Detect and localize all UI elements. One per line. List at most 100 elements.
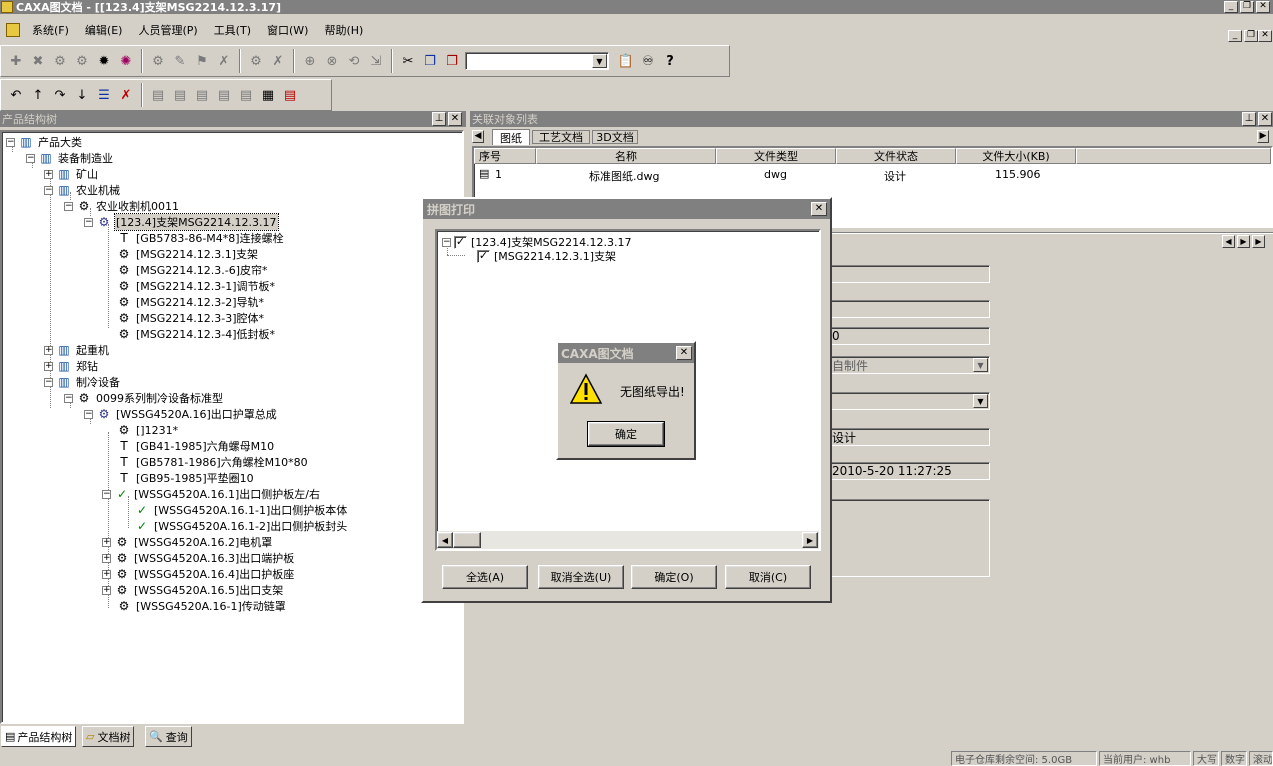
add-class-icon[interactable]: ✚	[5, 50, 27, 72]
message-box-close-button[interactable]: ✕	[676, 346, 692, 360]
tree-node[interactable]: ⚙ [MSG2214.12.3-3]腔体*	[116, 310, 265, 326]
column-header[interactable]: 文件大小(KB)	[956, 148, 1076, 164]
cancel-release-icon[interactable]: ✗	[213, 50, 235, 72]
nav-last-icon[interactable]: ▶	[1252, 235, 1265, 248]
link-icon[interactable]: ⚙	[245, 50, 267, 72]
chevron-down-icon[interactable]: ▼	[973, 358, 988, 372]
scroll-right-icon[interactable]: ▶	[802, 532, 818, 548]
toolbar-combo[interactable]: ▼	[465, 52, 609, 70]
move-up-icon[interactable]: ↑	[27, 84, 49, 106]
collapse-icon[interactable]: −	[102, 489, 111, 499]
cut-icon[interactable]: ✂	[397, 50, 419, 72]
tree-node[interactable]: T [GB95-1985]平垫圈10	[116, 470, 255, 486]
select-all-button[interactable]: 全选(A)	[442, 565, 528, 589]
expand-icon[interactable]: +	[44, 361, 53, 371]
menu-tools[interactable]: 工具(T)	[206, 22, 259, 38]
gear-icon[interactable]: ✺	[115, 50, 137, 72]
message-ok-button[interactable]: 确定	[587, 421, 665, 447]
tree-node[interactable]: + ⚙ [WSSG4520A.16.3]出口端护板	[102, 550, 295, 566]
collapse-icon[interactable]: −	[6, 137, 15, 147]
property-field[interactable]	[828, 300, 990, 318]
tree-node[interactable]: ✓ [WSSG4520A.16.1-2]出口侧护板封头	[134, 518, 348, 534]
tree-node[interactable]: + ⚙ [WSSG4520A.16.2]电机罩	[102, 534, 273, 550]
part-icon[interactable]: ⚙	[71, 50, 93, 72]
menu-edit[interactable]: 编辑(E)	[77, 22, 131, 38]
property-dropdown[interactable]: 自制件 ▼	[828, 356, 990, 374]
tree-node[interactable]: T [GB5781-1986]六角螺栓M10*80	[116, 454, 309, 470]
pin-icon[interactable]: ⊥	[1242, 112, 1256, 126]
delete-class-icon[interactable]: ✖	[27, 50, 49, 72]
remove-icon[interactable]: ⊗	[321, 50, 343, 72]
minimize-button[interactable]: _	[1224, 1, 1238, 13]
tree-node[interactable]: + ▥ 起重机	[44, 342, 110, 358]
tab-product-tree[interactable]: ▤ 产品结构树	[1, 726, 77, 747]
tree-node[interactable]: − ▥ 制冷设备	[44, 374, 121, 390]
nav-next-icon[interactable]: ▶	[1237, 235, 1250, 248]
node-checkbox[interactable]: ✓	[454, 235, 467, 249]
tree-node[interactable]: T [GB41-1985]六角螺母M10	[116, 438, 275, 454]
tree-node[interactable]: ⚙ [MSG2214.12.3-1]调节板*	[116, 278, 276, 294]
ok-button[interactable]: 确定(O)	[631, 565, 717, 589]
product-icon[interactable]: ⚙	[49, 50, 71, 72]
replace-icon[interactable]: ⟲	[343, 50, 365, 72]
restore-button[interactable]: ❐	[1240, 1, 1254, 13]
table-row[interactable]: ▤ 1 标准图纸.dwg dwg 设计 115.906	[474, 165, 1271, 183]
close-button[interactable]: ✕	[1256, 1, 1270, 13]
expand-icon[interactable]: +	[102, 585, 111, 595]
property-notes[interactable]	[828, 499, 990, 577]
paste-icon[interactable]: ❐	[441, 50, 463, 72]
expand-icon[interactable]: +	[102, 537, 111, 547]
mdi-close-button[interactable]: ✕	[1258, 30, 1272, 42]
move-icon[interactable]: ⇲	[365, 50, 387, 72]
doc-print-icon[interactable]: ▦	[257, 84, 279, 106]
property-field[interactable]: 0	[828, 327, 990, 345]
property-dropdown[interactable]: ▼	[828, 392, 990, 410]
doc-open-icon[interactable]: ▤	[169, 84, 191, 106]
expand-icon[interactable]: +	[102, 553, 111, 563]
tab-query[interactable]: 🔍 查询	[145, 726, 192, 747]
help-icon[interactable]: ?	[659, 50, 681, 72]
tab-scroll-right-icon[interactable]: ▶	[1257, 130, 1269, 143]
tree-node[interactable]: + ⚙ [WSSG4520A.16.4]出口护板座	[102, 566, 295, 582]
tab-drawings[interactable]: 图纸	[492, 129, 530, 145]
tree-node[interactable]: ✓ [WSSG4520A.16.1-1]出口侧护板本体	[134, 502, 348, 518]
tree-node[interactable]: ⚙ [WSSG4520A.16-1]传动链罩	[116, 598, 287, 614]
menu-system[interactable]: 系统(F)	[24, 22, 77, 38]
chevron-down-icon[interactable]: ▼	[973, 394, 988, 408]
tree-node[interactable]: − ⚙ [WSSG4520A.16]出口护罩总成	[84, 406, 278, 422]
tree-node[interactable]: + ▥ 郑钻	[44, 358, 99, 374]
expand-icon[interactable]: +	[102, 569, 111, 579]
tree-node[interactable]: + ⚙ [WSSG4520A.16.5]出口支架	[102, 582, 284, 598]
delete-list-icon[interactable]: ✗	[115, 84, 137, 106]
expand-icon[interactable]: +	[44, 345, 53, 355]
undo-icon[interactable]: ↶	[5, 84, 27, 106]
redo-icon[interactable]: ↷	[49, 84, 71, 106]
edit-list-icon[interactable]: ☰	[93, 84, 115, 106]
tree-node[interactable]: + ▥ 矿山	[44, 166, 99, 182]
collapse-icon[interactable]: −	[44, 377, 53, 387]
collapse-icon[interactable]: −	[64, 201, 73, 211]
collapse-icon[interactable]: −	[44, 185, 53, 195]
tree-node[interactable]: ⚙ [MSG2214.12.3-4]低封板*	[116, 326, 276, 342]
horizontal-scrollbar[interactable]: ◀ ▶	[437, 531, 819, 549]
menu-help[interactable]: 帮助(H)	[316, 22, 371, 38]
tree-node[interactable]: − ⚙ 农业收割机0011	[64, 198, 180, 214]
tree-node-selected[interactable]: − ⚙ [123.4]支架MSG2214.12.3.17	[84, 213, 279, 231]
tree-node[interactable]: ⚙ [MSG2214.12.3.1]支架	[116, 246, 259, 262]
doc-copy-icon[interactable]: ▤	[191, 84, 213, 106]
collapse-icon[interactable]: −	[84, 217, 93, 227]
tree-node[interactable]: T [GB5783-86-M4*8]连接螺栓	[116, 230, 285, 246]
tree-node[interactable]: − ✓ [WSSG4520A.16.1]出口侧护板左/右	[102, 486, 321, 502]
collapse-icon[interactable]: −	[26, 153, 35, 163]
property-field[interactable]: 2010-5-20 11:27:25	[828, 462, 990, 480]
tab-scroll-left-icon[interactable]: ◀	[472, 130, 484, 143]
clipboard-icon[interactable]: 📋	[615, 50, 637, 72]
doc-view-icon[interactable]: ▤	[235, 84, 257, 106]
tab-3d-docs[interactable]: 3D文档	[592, 130, 638, 144]
collapse-icon[interactable]: −	[84, 409, 93, 419]
scroll-left-icon[interactable]: ◀	[437, 532, 453, 548]
deselect-all-button[interactable]: 取消全选(U)	[538, 565, 624, 589]
move-down-icon[interactable]: ↓	[71, 84, 93, 106]
nav-first-icon[interactable]: ◀	[1222, 235, 1235, 248]
column-header[interactable]: 文件状态	[836, 148, 956, 164]
